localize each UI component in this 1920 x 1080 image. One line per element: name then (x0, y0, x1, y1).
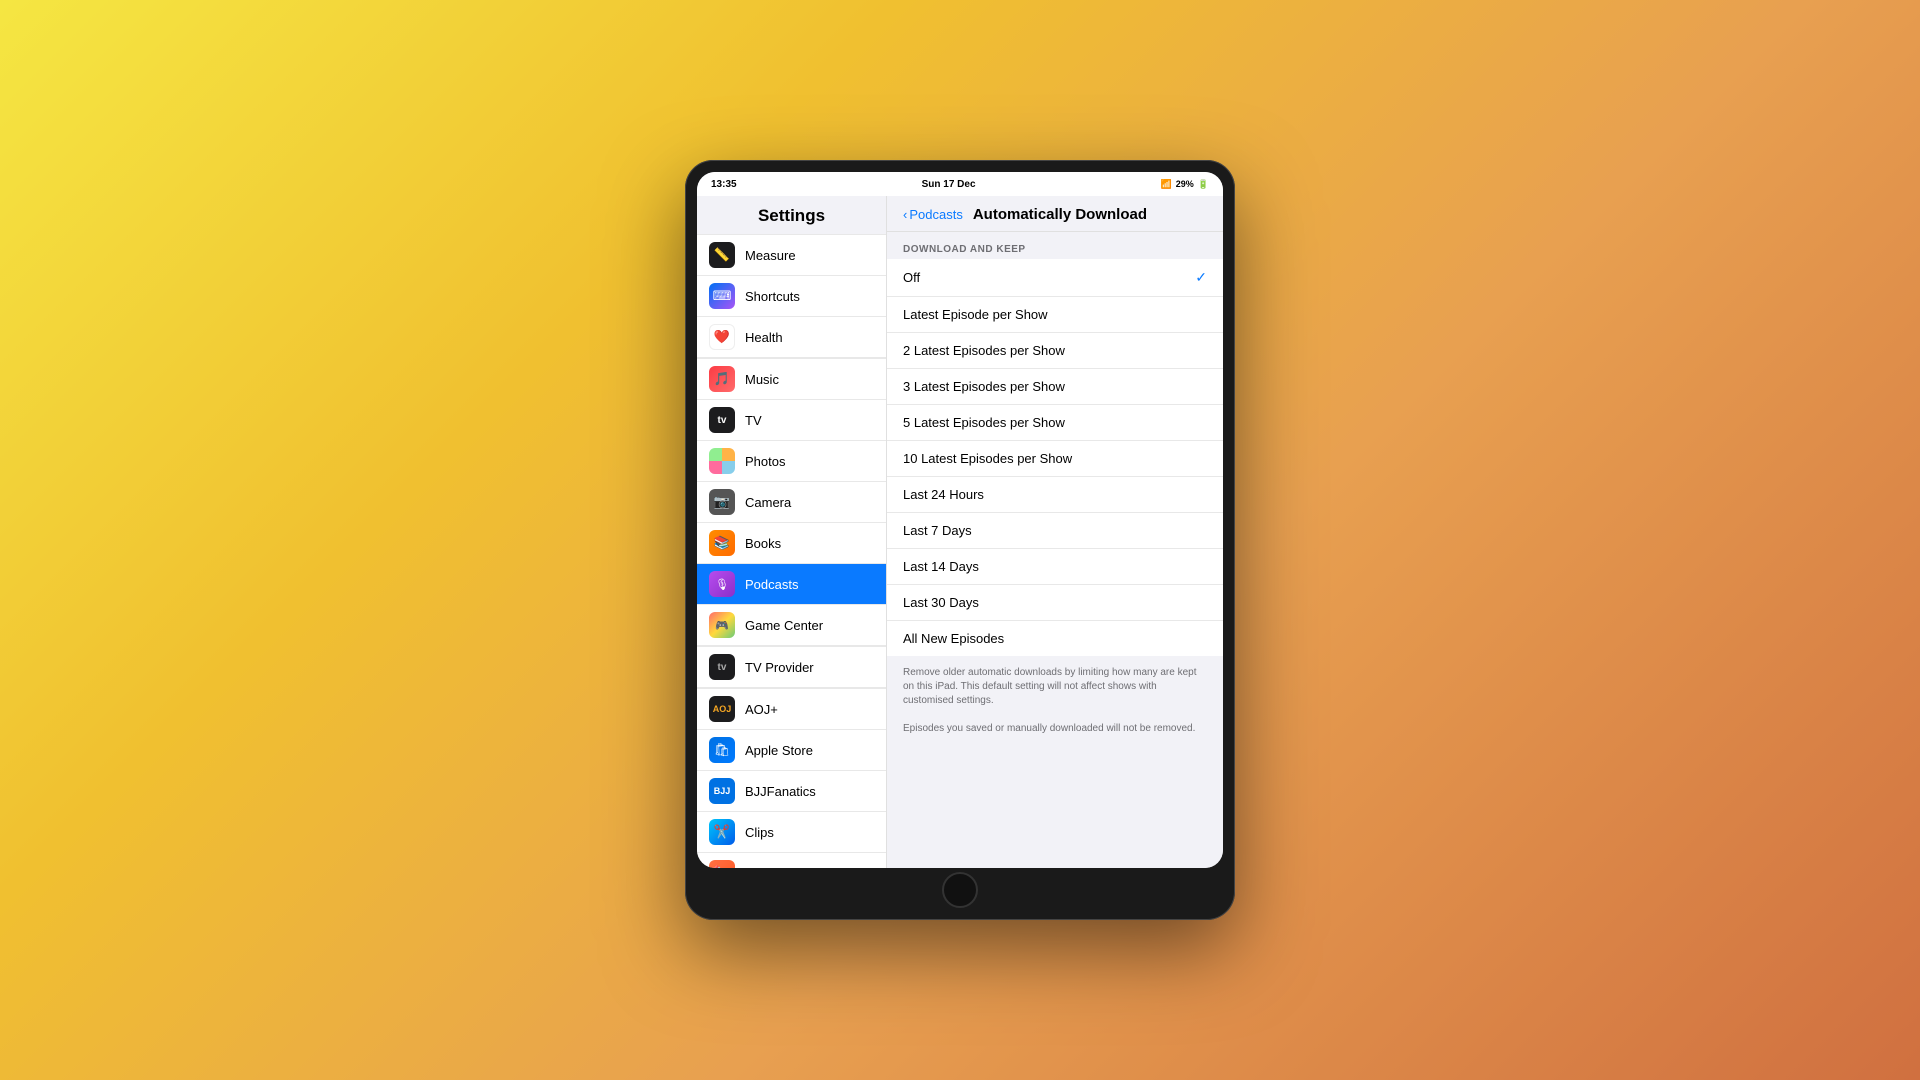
applestore-icon: 🛍 (709, 737, 735, 763)
sidebar-item-measure[interactable]: 📏 Measure (697, 234, 886, 276)
sidebar-item-photos[interactable]: Photos (697, 441, 886, 482)
sidebar-label-bjj: BJJFanatics (745, 784, 816, 799)
option-latest1[interactable]: Latest Episode per Show (887, 297, 1223, 333)
shortcuts-icon: ⌨ (709, 283, 735, 309)
sidebar-label-craft: Craft (745, 866, 773, 869)
sidebar-item-tv[interactable]: tv TV (697, 400, 886, 441)
sidebar-label-measure: Measure (745, 248, 796, 263)
books-icon: 📚 (709, 530, 735, 556)
option-latest10[interactable]: 10 Latest Episodes per Show (887, 441, 1223, 477)
status-bar: 13:35 Sun 17 Dec 📶 29% 🔋 (697, 172, 1223, 196)
status-date: Sun 17 Dec (922, 179, 976, 190)
sidebar-label-shortcuts: Shortcuts (745, 289, 800, 304)
panel-title: Automatically Download (973, 206, 1147, 223)
option-allnew-label: All New Episodes (903, 631, 1004, 646)
option-off-label: Off (903, 270, 920, 285)
sidebar-title: Settings (697, 196, 886, 234)
panel-header: ‹ Podcasts Automatically Download (887, 196, 1223, 232)
sidebar-item-books[interactable]: 📚 Books (697, 523, 886, 564)
sidebar-item-music[interactable]: 🎵 Music (697, 358, 886, 400)
footnote-1: Remove older automatic downloads by limi… (887, 656, 1223, 718)
option-allnew[interactable]: All New Episodes (887, 621, 1223, 656)
sidebar-label-podcasts: Podcasts (745, 577, 798, 592)
main-content: Settings 📏 Measure ⌨ Shortcuts ❤️ Health (697, 196, 1223, 868)
option-latest2[interactable]: 2 Latest Episodes per Show (887, 333, 1223, 369)
bjj-icon: BJJ (709, 778, 735, 804)
option-latest3[interactable]: 3 Latest Episodes per Show (887, 369, 1223, 405)
back-button[interactable]: ‹ Podcasts (903, 207, 963, 222)
option-latest2-label: 2 Latest Episodes per Show (903, 343, 1065, 358)
measure-icon: 📏 (709, 242, 735, 268)
sidebar-label-tv: TV (745, 413, 762, 428)
footnote-2: Episodes you saved or manually downloade… (887, 718, 1223, 746)
option-last7[interactable]: Last 7 Days (887, 513, 1223, 549)
sidebar-item-tvprovider[interactable]: tv TV Provider (697, 646, 886, 688)
option-last24[interactable]: Last 24 Hours (887, 477, 1223, 513)
health-icon: ❤️ (709, 324, 735, 350)
sidebar-label-clips: Clips (745, 825, 774, 840)
sidebar: Settings 📏 Measure ⌨ Shortcuts ❤️ Health (697, 196, 887, 868)
sidebar-label-books: Books (745, 536, 781, 551)
status-right: 📶 29% 🔋 (1161, 179, 1209, 190)
option-last30-label: Last 30 Days (903, 595, 979, 610)
photos-icon (709, 448, 735, 474)
option-latest1-label: Latest Episode per Show (903, 307, 1048, 322)
right-panel: ‹ Podcasts Automatically Download DOWNLO… (887, 196, 1223, 868)
option-latest3-label: 3 Latest Episodes per Show (903, 379, 1065, 394)
tvprovider-icon: tv (709, 654, 735, 680)
section-header-download: DOWNLOAD AND KEEP (887, 232, 1223, 259)
clips-icon: ✂️ (709, 819, 735, 845)
sidebar-item-craft[interactable]: ✏️ Craft (697, 853, 886, 868)
back-chevron-icon: ‹ (903, 207, 907, 222)
sidebar-item-health[interactable]: ❤️ Health (697, 317, 886, 358)
battery-percent: 29% (1176, 179, 1194, 189)
sidebar-item-camera[interactable]: 📷 Camera (697, 482, 886, 523)
sidebar-label-aoj: AOJ+ (745, 702, 778, 717)
sidebar-label-camera: Camera (745, 495, 791, 510)
sidebar-item-shortcuts[interactable]: ⌨ Shortcuts (697, 276, 886, 317)
sidebar-item-clips[interactable]: ✂️ Clips (697, 812, 886, 853)
sidebar-section-utilities: 📏 Measure ⌨ Shortcuts ❤️ Health (697, 234, 886, 358)
option-last24-label: Last 24 Hours (903, 487, 984, 502)
back-label: Podcasts (909, 207, 962, 222)
sidebar-item-bjj[interactable]: BJJ BJJFanatics (697, 771, 886, 812)
ipad-frame: 13:35 Sun 17 Dec 📶 29% 🔋 Settings 📏 Meas… (685, 160, 1235, 920)
ipad-screen: 13:35 Sun 17 Dec 📶 29% 🔋 Settings 📏 Meas… (697, 172, 1223, 868)
wifi-icon: 📶 (1161, 179, 1172, 190)
sidebar-item-applestore[interactable]: 🛍 Apple Store (697, 730, 886, 771)
gamecenter-icon: 🎮 (709, 612, 735, 638)
option-latest5[interactable]: 5 Latest Episodes per Show (887, 405, 1223, 441)
option-last7-label: Last 7 Days (903, 523, 972, 538)
sidebar-label-applestore: Apple Store (745, 743, 813, 758)
sidebar-item-aoj[interactable]: AOJ AOJ+ (697, 688, 886, 730)
aoj-icon: AOJ (709, 696, 735, 722)
sidebar-label-photos: Photos (745, 454, 785, 469)
panel-body: DOWNLOAD AND KEEP Off ✓ Latest Episode p… (887, 232, 1223, 868)
option-last30[interactable]: Last 30 Days (887, 585, 1223, 621)
sidebar-label-music: Music (745, 372, 779, 387)
option-off[interactable]: Off ✓ (887, 259, 1223, 297)
sidebar-label-gamecenter: Game Center (745, 618, 823, 633)
sidebar-item-gamecenter[interactable]: 🎮 Game Center (697, 605, 886, 646)
option-latest5-label: 5 Latest Episodes per Show (903, 415, 1065, 430)
tv-icon: tv (709, 407, 735, 433)
sidebar-label-tvprovider: TV Provider (745, 660, 814, 675)
battery-icon: 🔋 (1198, 179, 1209, 190)
sidebar-section-provider: tv TV Provider (697, 646, 886, 688)
sidebar-label-health: Health (745, 330, 783, 345)
camera-icon: 📷 (709, 489, 735, 515)
home-button[interactable] (942, 872, 978, 908)
option-last14-label: Last 14 Days (903, 559, 979, 574)
craft-icon: ✏️ (709, 860, 735, 868)
option-last14[interactable]: Last 14 Days (887, 549, 1223, 585)
sidebar-section-apps: AOJ AOJ+ 🛍 Apple Store BJJ BJJFanatics ✂… (697, 688, 886, 868)
music-icon: 🎵 (709, 366, 735, 392)
checkmark-off: ✓ (1195, 269, 1207, 286)
options-list: Off ✓ Latest Episode per Show 2 Latest E… (887, 259, 1223, 656)
status-time: 13:35 (711, 179, 737, 190)
sidebar-item-podcasts[interactable]: 🎙 Podcasts (697, 564, 886, 605)
option-latest10-label: 10 Latest Episodes per Show (903, 451, 1072, 466)
sidebar-section-media: 🎵 Music tv TV Photos 📷 Camera (697, 358, 886, 646)
podcasts-icon: 🎙 (709, 571, 735, 597)
